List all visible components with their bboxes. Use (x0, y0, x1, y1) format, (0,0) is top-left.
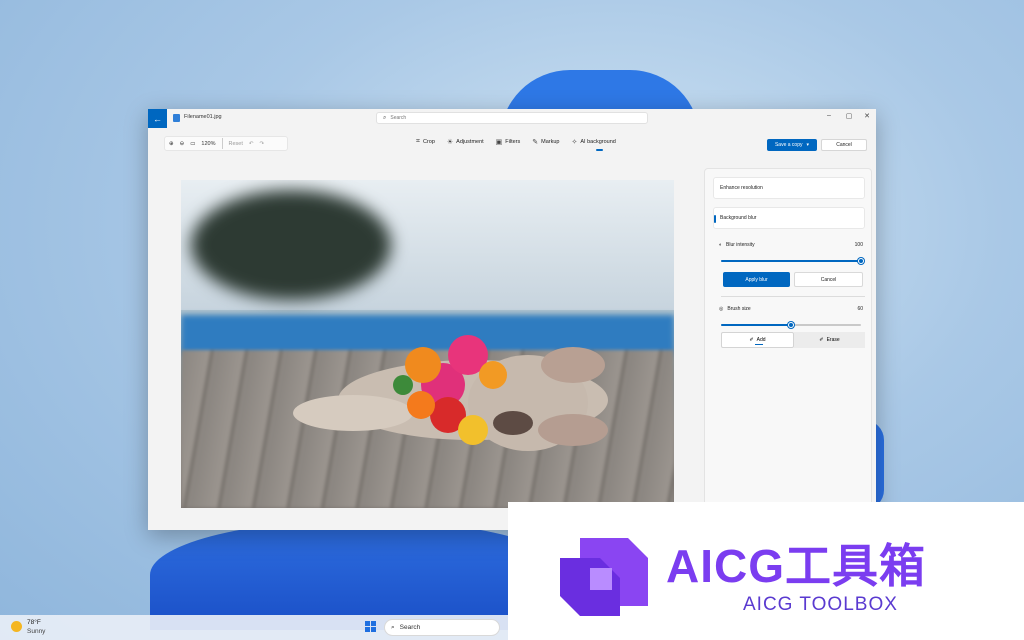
edit-tools: ⌗ Crop ☀ Adjustment ▣ Filters ✎ Markup ✧ AI b… (416, 138, 616, 151)
erase-label: Erase (826, 337, 840, 343)
erase-brush-button[interactable]: ✐ Erase (794, 332, 865, 348)
tab-label: Markup (541, 139, 560, 145)
brush-size-row: ◎ Brush size (719, 306, 751, 312)
photos-app-window: ← Filename01.jpg ⌕ Search – ▢ ✕ ⊕ ⊖ ▭ 12… (148, 109, 876, 530)
blur-intensity-value: 100 (854, 242, 863, 248)
chevron-down-icon: ▾ (806, 142, 810, 148)
redo-icon[interactable]: ↷ (259, 141, 264, 147)
filters-icon: ▣ (495, 139, 503, 146)
zoom-in-icon[interactable]: ⊕ (169, 141, 174, 147)
cancel-blur-button[interactable]: Cancel (794, 272, 863, 287)
blur-intensity-label: Blur intensity (726, 242, 755, 248)
ai-background-panel: Enhance resolution Background blur ◐ Blu… (704, 168, 872, 530)
slider-fill (721, 260, 861, 262)
tab-filters[interactable]: ▣ Filters (496, 138, 521, 146)
brush-size-value: 60 (857, 306, 863, 312)
fit-to-window-icon[interactable]: ▭ (190, 141, 195, 147)
zoom-controls: ⊕ ⊖ ▭ 120% Reset ↶ ↷ (164, 136, 288, 151)
tab-markup[interactable]: ✎ Markup (532, 138, 559, 146)
enhance-label: Enhance resolution (720, 185, 763, 191)
cancel-button[interactable]: Cancel (821, 139, 867, 151)
blur-intensity-row: ◐ Blur intensity (719, 242, 755, 248)
tab-crop[interactable]: ⌗ Crop (416, 138, 435, 146)
watermark-title: AICG工具箱 (666, 540, 926, 592)
photo-canvas[interactable] (181, 180, 674, 508)
sun-icon[interactable] (11, 621, 22, 632)
markup-icon: ✎ (532, 139, 539, 146)
tab-label: Crop (422, 139, 435, 145)
slider-thumb[interactable] (788, 321, 794, 328)
blur-intensity-icon: ◐ (719, 242, 723, 248)
image-file-icon (173, 114, 180, 122)
tab-adjustment[interactable]: ☀ Adjustment (447, 138, 484, 146)
adjustment-icon: ☀ (446, 139, 454, 146)
maximize-button[interactable]: ▢ (842, 112, 856, 120)
close-button[interactable]: ✕ (860, 112, 874, 120)
file-name: Filename01.jpg (184, 114, 222, 120)
save-a-copy-button[interactable]: Save a copy ▾ (767, 139, 817, 151)
search-placeholder: Search (390, 115, 407, 121)
watermark-overlay: AICG工具箱 AICG TOOLBOX (508, 502, 1024, 640)
tab-label: AI background (580, 139, 616, 145)
toolbar: ⊕ ⊖ ▭ 120% Reset ↶ ↷ ⌗ Crop ☀ Adjustment ▣… (148, 133, 876, 157)
aicg-logo-icon (560, 538, 648, 616)
title-bar: ← Filename01.jpg ⌕ Search – ▢ ✕ (148, 109, 876, 128)
photo-trees (191, 190, 391, 300)
back-arrow-icon: ← (153, 113, 162, 124)
background-blur-label: Background blur (720, 215, 757, 221)
reset-button[interactable]: Reset (229, 141, 243, 147)
tab-label: Adjustment (456, 139, 484, 145)
slider-thumb[interactable] (858, 257, 864, 264)
divider (221, 138, 223, 149)
eraser-icon: ✐ (819, 337, 824, 343)
search-box[interactable]: ⌕ Search (376, 112, 648, 124)
photo-dog-with-lei (293, 335, 608, 451)
tab-label: Filters (505, 139, 521, 145)
blur-intensity-slider[interactable] (721, 257, 864, 264)
slider-fill (721, 324, 791, 326)
weather-condition[interactable]: Sunny (27, 628, 45, 635)
add-brush-icon: ✐ (749, 337, 754, 343)
taskbar-search[interactable]: ⌕ Search (384, 619, 500, 636)
apply-blur-button[interactable]: Apply blur (723, 272, 790, 287)
minimize-button[interactable]: – (822, 112, 836, 119)
brush-size-icon: ◎ (719, 306, 724, 312)
start-button[interactable] (365, 621, 376, 632)
crop-icon: ⌗ (416, 138, 420, 145)
zoom-out-icon[interactable]: ⊖ (180, 141, 185, 147)
save-label: Save a copy (774, 142, 803, 148)
add-brush-button[interactable]: ✐ Add (721, 332, 794, 348)
background-blur-item[interactable]: Background blur (713, 207, 865, 229)
taskbar-search-label: Search (399, 624, 421, 631)
zoom-level: 120% (201, 140, 216, 147)
brush-size-label: Brush size (727, 306, 751, 312)
enhance-resolution-item[interactable]: Enhance resolution (713, 177, 865, 199)
watermark-subtitle: AICG TOOLBOX (743, 594, 898, 615)
search-icon: ⌕ (391, 623, 395, 631)
back-button[interactable]: ← (148, 109, 167, 128)
tab-ai-background[interactable]: ✧ AI background (571, 138, 616, 151)
divider (721, 296, 865, 297)
weather-temperature[interactable]: 78°F (27, 619, 41, 626)
search-icon: ⌕ (383, 114, 387, 121)
undo-icon[interactable]: ↶ (249, 141, 254, 147)
ai-background-icon: ✧ (571, 139, 578, 146)
brush-size-slider[interactable] (721, 321, 861, 328)
add-label: Add (756, 337, 766, 343)
wallpaper-bloom-bottom (150, 520, 570, 630)
